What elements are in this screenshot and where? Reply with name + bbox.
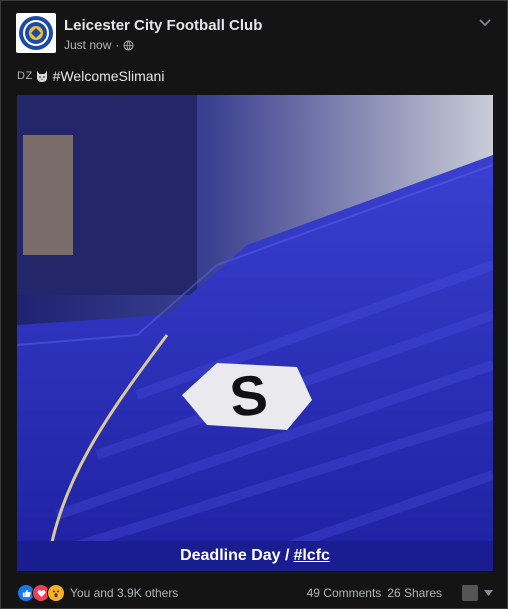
post-options-chevron-icon[interactable] bbox=[475, 13, 495, 33]
post-meta: Just now · bbox=[64, 38, 134, 52]
post-image[interactable]: S Deadline Day / #lcfc bbox=[17, 95, 493, 571]
globe-icon bbox=[123, 40, 134, 50]
share-as-avatar[interactable] bbox=[462, 585, 478, 601]
share-as-chevron-icon[interactable] bbox=[484, 590, 493, 596]
engagement-counts: 49 Comments 26 Shares bbox=[307, 585, 493, 601]
post-card: Leicester City Football Club Just now · … bbox=[0, 0, 508, 609]
page-avatar[interactable] bbox=[16, 13, 56, 53]
wow-icon bbox=[47, 584, 65, 602]
lcfc-crest-icon bbox=[19, 16, 53, 50]
reaction-summary[interactable]: You and 3.9K others bbox=[70, 586, 178, 600]
caption-prefix: DZ bbox=[17, 70, 33, 82]
post-footer: You and 3.9K others 49 Comments 26 Share… bbox=[17, 582, 493, 604]
page-name[interactable]: Leicester City Football Club bbox=[64, 17, 262, 34]
reaction-icons[interactable] bbox=[17, 584, 65, 602]
banner-text: Deadline Day / bbox=[180, 547, 290, 564]
jersey-photo: S bbox=[17, 95, 493, 571]
comments-count[interactable]: 49 Comments bbox=[307, 586, 382, 600]
separator-dot: · bbox=[115, 38, 120, 52]
post-caption: DZ #WelcomeSlimani bbox=[17, 68, 164, 84]
post-timestamp[interactable]: Just now bbox=[64, 38, 111, 52]
cat-face-icon bbox=[35, 69, 49, 83]
shares-count[interactable]: 26 Shares bbox=[387, 586, 442, 600]
image-banner: Deadline Day / #lcfc bbox=[17, 541, 493, 571]
jersey-letter: S bbox=[227, 362, 271, 429]
caption-hashtag[interactable]: #WelcomeSlimani bbox=[53, 68, 165, 84]
banner-hashtag[interactable]: #lcfc bbox=[293, 547, 329, 565]
